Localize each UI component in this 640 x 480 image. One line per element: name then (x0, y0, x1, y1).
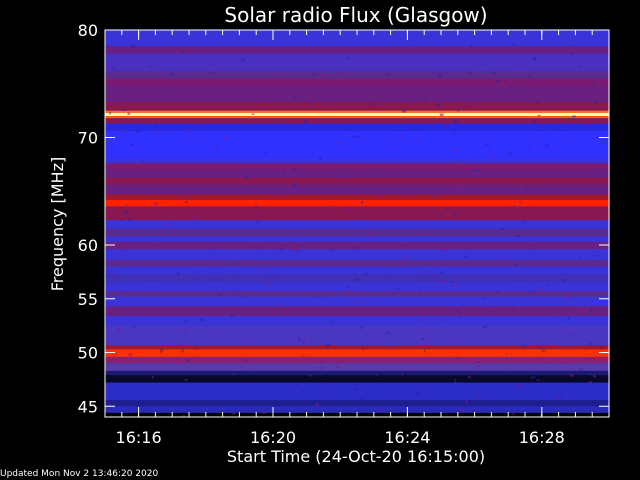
spectrogram-band-34 (105, 53, 609, 71)
spectrogram-band-33 (105, 70, 609, 79)
spectrogram-band-30 (105, 102, 609, 111)
spectrogram-band-22 (105, 169, 609, 178)
y-axis-label: Frequency [MHz] (48, 157, 67, 291)
plot-area (105, 30, 611, 417)
spectrogram-band-8 (105, 349, 609, 357)
spectrogram-band-35 (105, 46, 609, 54)
updated-timestamp: Updated Mon Nov 2 13:46:20 2020 (0, 469, 159, 479)
spectrogram-band-10 (105, 325, 609, 345)
spectrogram-band-24 (105, 131, 609, 159)
spectrogram-band-25 (105, 123, 609, 132)
spectrogram-band-23 (105, 163, 609, 170)
x-tick-label-2: 16:24 (384, 428, 430, 447)
spectrogram-band-12 (105, 291, 609, 297)
spectrogram-band-3 (105, 382, 609, 400)
x-tick-label-3: 16:28 (519, 428, 565, 447)
spectrogram-band-32 (105, 78, 609, 86)
spectrogram-band-14 (105, 260, 609, 267)
spectrogram-band-4 (105, 375, 609, 383)
spectrogram-band-11 (105, 306, 609, 316)
spectrogram-band-20 (105, 184, 609, 195)
spectrogram-band-21 (105, 177, 609, 185)
x-tick-label-1: 16:20 (250, 428, 296, 447)
spectrogram-band-9 (105, 344, 609, 350)
spectrogram-chart: Solar radio Flux (Glasgow) 45 50 55 60 70 80 1… (0, 0, 640, 480)
y-tick-label-5: 80 (78, 21, 98, 40)
chart-title: Solar radio Flux (Glasgow) (224, 3, 487, 27)
y-tick-label-4: 70 (78, 129, 98, 148)
spectrogram-band-31 (105, 85, 609, 103)
spectrogram-band-5 (105, 370, 609, 376)
spectrogram-band-17 (105, 206, 609, 221)
spectrogram-band-13 (105, 274, 609, 283)
y-tick-label-0: 45 (78, 397, 98, 416)
spectrogram-band-27 (105, 116, 609, 119)
y-tick-label-2: 55 (78, 290, 98, 309)
spectrogram-band-29 (105, 110, 609, 113)
spectrogram-band-1 (105, 406, 609, 413)
spectrogram-band-18 (105, 199, 609, 207)
x-axis-label: Start Time (24-Oct-20 16:15:00) (227, 447, 485, 466)
x-tick-label-0: 16:16 (116, 428, 162, 447)
spectrogram-band-28 (105, 112, 609, 116)
spectrogram-band-7 (105, 356, 609, 364)
y-tick-label-3: 60 (78, 236, 98, 255)
spectrogram-band-19 (105, 194, 609, 200)
y-tick-label-1: 50 (78, 344, 98, 363)
spectrogram-band-16 (105, 228, 609, 237)
spectrogram-band-2 (105, 399, 609, 407)
